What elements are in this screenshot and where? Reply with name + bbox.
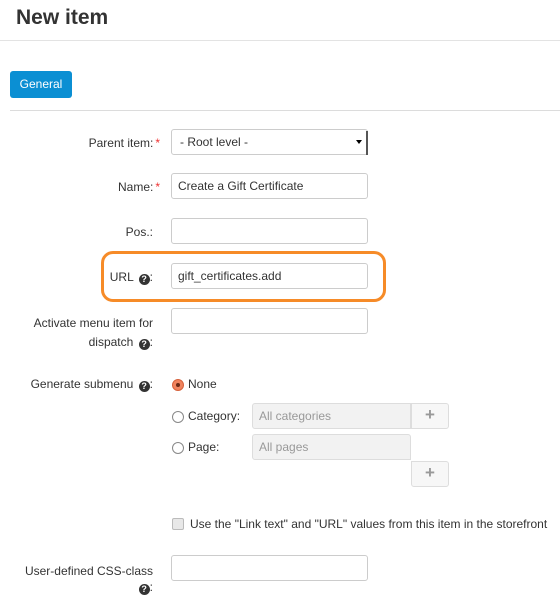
label-suffix: : [149, 270, 153, 284]
dispatch-label-line2: dispatch [88, 335, 134, 349]
page-title: New item [16, 6, 109, 29]
tab-general[interactable]: General [10, 71, 72, 98]
url-input[interactable]: gift_certificates.add [171, 263, 368, 289]
css-class-label-text: User-defined CSS-class [24, 564, 153, 578]
radio-category-label[interactable]: Category: [188, 409, 240, 423]
parent-item-value: - Root level - [180, 135, 249, 149]
radio-page[interactable] [172, 442, 184, 454]
name-label-text: Name: [117, 180, 154, 194]
help-icon[interactable]: ? [138, 274, 150, 285]
label-suffix: : [149, 335, 153, 349]
radio-page-label[interactable]: Page: [188, 440, 219, 454]
radio-none-label[interactable]: None [188, 377, 217, 391]
help-icon[interactable]: ? [138, 584, 150, 595]
position-input[interactable] [171, 218, 368, 244]
page-picker[interactable]: All pages [252, 434, 411, 460]
url-label: URL ?: [40, 269, 153, 285]
submenu-label-text: Generate submenu [30, 377, 134, 391]
category-picker[interactable]: All categories [252, 403, 411, 429]
title-divider [0, 40, 560, 41]
add-category-button[interactable]: + [411, 403, 449, 429]
css-class-label: User-defined CSS-class ?: [10, 563, 153, 595]
dispatch-input[interactable] [171, 308, 368, 334]
tabs-divider [10, 110, 560, 111]
name-input[interactable]: Create a Gift Certificate [171, 173, 368, 199]
parent-item-label: Parent item: * [40, 135, 160, 151]
help-icon[interactable]: ? [138, 381, 150, 392]
submenu-label: Generate submenu ?: [10, 376, 153, 392]
name-label: Name: * [40, 179, 160, 195]
use-link-text-checkbox[interactable] [172, 518, 184, 530]
dispatch-label-line1: Activate menu item for [33, 316, 153, 330]
chevron-down-icon[interactable] [353, 130, 367, 154]
required-mark: * [155, 180, 160, 194]
help-icon[interactable]: ? [138, 339, 150, 350]
required-mark: * [155, 136, 160, 150]
label-suffix: : [149, 377, 153, 391]
url-label-text: URL [109, 270, 134, 284]
select-edge [366, 131, 368, 155]
use-link-text-label[interactable]: Use the "Link text" and "URL" values fro… [190, 517, 547, 531]
position-label: Pos.: [125, 225, 153, 239]
parent-item-label-text: Parent item: [88, 136, 154, 150]
radio-none[interactable] [172, 379, 184, 391]
css-class-input[interactable] [171, 555, 368, 581]
label-suffix: : [149, 580, 153, 594]
radio-category[interactable] [172, 411, 184, 423]
dispatch-label: Activate menu item for dispatch ?: [10, 315, 153, 350]
parent-item-select[interactable]: - Root level - [171, 129, 368, 155]
add-page-button[interactable]: + [411, 461, 449, 487]
